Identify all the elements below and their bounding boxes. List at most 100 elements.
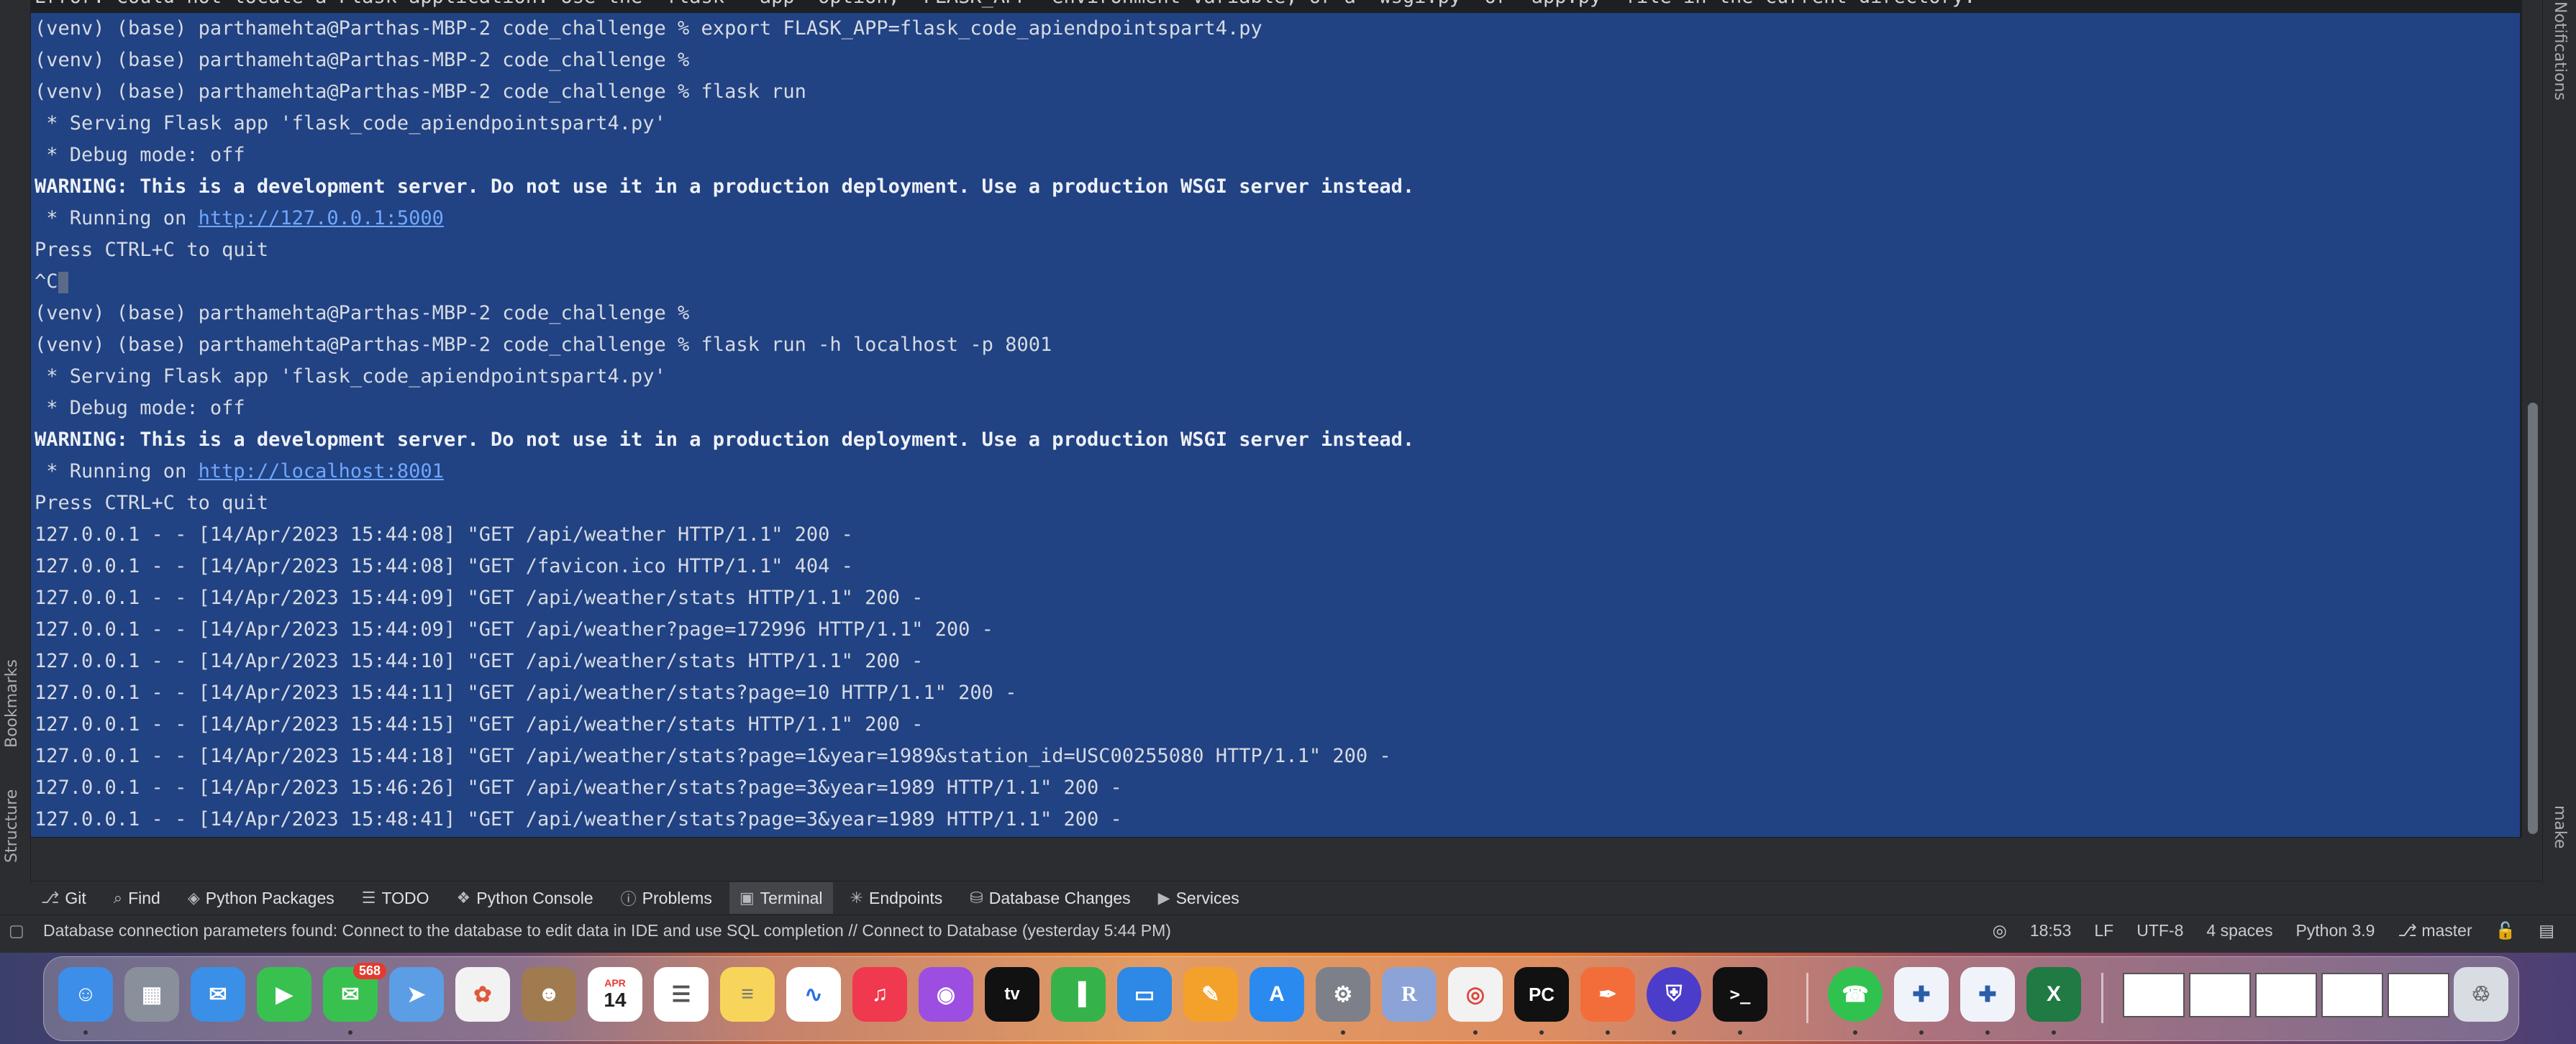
python-interpreter[interactable]: Python 3.9 [2295, 921, 2375, 940]
panel-toggle-icon[interactable]: ▢ [9, 921, 24, 940]
facetime-icon[interactable]: ▶ [257, 967, 311, 1022]
terminal-line: * Serving Flask app 'flask_code_apiendpo… [35, 365, 666, 388]
server-link-5000[interactable]: http://127.0.0.1:5000 [199, 207, 444, 229]
terminal-line: * Debug mode: off [35, 397, 245, 419]
server-link-8001[interactable]: http://localhost:8001 [199, 460, 444, 482]
calendar-month: APR [604, 977, 626, 989]
text-cursor [58, 271, 68, 293]
tool-python-console[interactable]: ❖ Python Console [447, 882, 604, 914]
minimized-window-thumbnail[interactable] [2123, 973, 2185, 1017]
appstore-icon[interactable]: A [1250, 967, 1304, 1022]
tool-todo[interactable]: ☰ TODO [352, 882, 440, 914]
tool-services[interactable]: ▶ Services [1148, 882, 1250, 914]
r-app-icon[interactable]: R [1382, 967, 1437, 1022]
terminal-line: * Debug mode: off [35, 144, 245, 166]
lock-icon[interactable]: 🔓 [2495, 921, 2516, 940]
tool-endpoints[interactable]: ✳ Endpoints [840, 882, 953, 914]
tool-terminal[interactable]: ▣ Terminal [729, 882, 833, 914]
list-icon: ☰ [361, 889, 376, 907]
pen-app-icon[interactable]: ✒ [1580, 967, 1635, 1022]
tool-git[interactable]: ⎇ Git [31, 882, 96, 914]
branch-name: master [2421, 921, 2472, 940]
log-line: 127.0.0.1 - - [14/Apr/2023 15:44:15] "GE… [35, 713, 924, 736]
readonly-eye-icon[interactable]: ◎ [1993, 921, 2007, 940]
whatsapp-icon[interactable]: ☎ [1828, 967, 1883, 1022]
mail-icon[interactable]: ✉ [191, 967, 245, 1022]
minimized-window-thumbnail[interactable] [2255, 973, 2317, 1017]
running-on-line: * Running on http://127.0.0.1:5000 [35, 203, 444, 234]
calendar-icon[interactable]: APR 14 [588, 967, 642, 1022]
launchpad-icon[interactable]: ▦ [124, 967, 179, 1022]
status-widgets: ◎ 18:53 LF UTF-8 4 spaces Python 3.9 ⎇ m… [1993, 921, 2554, 940]
log-line: 127.0.0.1 - - [14/Apr/2023 15:44:08] "GE… [35, 555, 853, 577]
tool-label: TODO [381, 888, 429, 907]
pycharm-icon[interactable]: PC [1514, 967, 1569, 1022]
running-indicator [1985, 1030, 1990, 1035]
warning-line: WARNING: This is a development server. D… [35, 175, 1415, 198]
status-message[interactable]: Database connection parameters found: Co… [43, 921, 1171, 940]
tableau-prep-icon[interactable]: ✚ [1960, 967, 2015, 1022]
maps-icon[interactable]: ➤ [389, 967, 444, 1022]
chrome-icon[interactable]: ◎ [1448, 967, 1503, 1022]
music-icon[interactable]: ♫ [852, 967, 907, 1022]
photos-icon[interactable]: ✿ [455, 967, 510, 1022]
terminal-line: Error: Could not locate a Flask applicat… [35, 0, 1975, 13]
running-indicator [1919, 1030, 1924, 1035]
log-line: 127.0.0.1 - - [14/Apr/2023 15:44:11] "GE… [35, 682, 1017, 704]
contacts-icon[interactable]: ☻ [522, 967, 576, 1022]
dock-separator [1806, 973, 1808, 1023]
minimized-window-thumbnail[interactable] [2321, 973, 2383, 1017]
git-branch[interactable]: ⎇ master [2398, 921, 2472, 940]
pages-icon[interactable]: ✎ [1183, 967, 1238, 1022]
appletv-icon[interactable]: tv [985, 967, 1039, 1022]
vpn-shield-icon[interactable]: ⛨ [1647, 967, 1701, 1022]
keynote-icon[interactable]: ▭ [1117, 967, 1172, 1022]
running-on-label: * Running on [35, 207, 199, 229]
running-indicator [1473, 1030, 1478, 1035]
log-line: 127.0.0.1 - - [14/Apr/2023 15:44:10] "GE… [35, 650, 924, 672]
structure-tab[interactable]: Structure [3, 789, 21, 863]
finder-icon[interactable]: ☺ [58, 967, 113, 1022]
indent-setting[interactable]: 4 spaces [2206, 921, 2272, 940]
make-tab[interactable]: make [2551, 805, 2569, 848]
log-line: 127.0.0.1 - - [14/Apr/2023 15:44:18] "GE… [35, 745, 1391, 767]
minimized-window-thumbnail[interactable] [2388, 973, 2449, 1017]
caret-position[interactable]: 18:53 [2030, 921, 2072, 940]
bookmarks-tab[interactable]: Bookmarks [3, 659, 21, 748]
excel-icon[interactable]: X [2026, 967, 2081, 1022]
log-line: 127.0.0.1 - - [14/Apr/2023 15:44:09] "GE… [35, 587, 924, 609]
tool-python-packages[interactable]: ◈ Python Packages [178, 882, 345, 914]
running-on-line: * Running on http://localhost:8001 [35, 456, 444, 487]
messages-badge: 568 [352, 963, 386, 979]
right-tool-strip: Notifications make [2542, 0, 2576, 884]
terminal-app-icon[interactable]: >_ [1713, 967, 1767, 1022]
trash-icon[interactable]: ♲ [2454, 967, 2508, 1022]
tool-window-bar: ⎇ Git ⌕ Find ◈ Python Packages ☰ TODO ❖ Pytho… [31, 881, 2541, 915]
git-branch-icon: ⎇ [2398, 921, 2422, 940]
messages-icon[interactable]: ✉ 568 [323, 963, 386, 1022]
file-encoding[interactable]: UTF-8 [2136, 921, 2183, 940]
notes-icon[interactable]: ≡ [720, 967, 775, 1022]
minimized-window-thumbnail[interactable] [2189, 973, 2251, 1017]
tool-label: Terminal [760, 888, 823, 907]
numbers-icon[interactable]: ▐ [1051, 967, 1106, 1022]
tool-problems[interactable]: ⓘ Problems [611, 882, 722, 914]
notifications-tab[interactable]: Notifications [2551, 1, 2569, 101]
freeform-icon[interactable]: ∿ [786, 967, 841, 1022]
tool-label: Python Console [476, 888, 593, 907]
scrollbar-thumb[interactable] [2528, 403, 2538, 834]
pycharm-window: Bookmarks Structure Error: Could not loc… [0, 0, 2576, 953]
system-settings-icon[interactable]: ⚙ [1316, 967, 1370, 1022]
tool-find[interactable]: ⌕ Find [104, 882, 170, 914]
terminal-line: (venv) (base) parthamehta@Parthas-MBP-2 … [35, 302, 690, 324]
podcasts-icon[interactable]: ◉ [919, 967, 973, 1022]
tool-database-changes[interactable]: ⛁ Database Changes [960, 882, 1140, 914]
line-separator[interactable]: LF [2094, 921, 2113, 940]
reminders-icon[interactable]: ☰ [654, 967, 709, 1022]
tool-label: Git [65, 888, 86, 907]
memory-indicator-icon[interactable]: ▤ [2539, 921, 2554, 940]
terminal-panel[interactable]: Error: Could not locate a Flask applicat… [31, 0, 2522, 838]
tableau-icon[interactable]: ✚ [1894, 967, 1949, 1022]
tool-label: Services [1175, 888, 1239, 907]
running-indicator [1606, 1030, 1610, 1035]
